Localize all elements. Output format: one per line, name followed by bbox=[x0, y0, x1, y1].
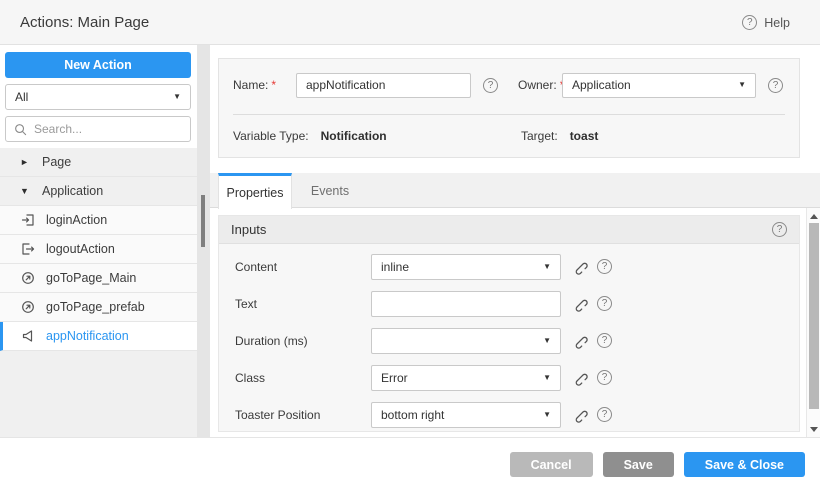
divider bbox=[233, 114, 785, 115]
footer-bar: Cancel Save Save & Close bbox=[0, 437, 820, 491]
class-label: Class bbox=[235, 371, 371, 385]
sidebar-gutter bbox=[197, 45, 210, 437]
page-title: Actions: Main Page bbox=[20, 14, 149, 31]
tab-bar: Properties Events bbox=[210, 173, 820, 208]
tree-group-page[interactable]: ► Page bbox=[0, 148, 197, 177]
target-value: toast bbox=[570, 129, 599, 143]
tree-item-label: goToPage_prefab bbox=[46, 300, 145, 314]
input-row-text: Text ? bbox=[219, 285, 799, 322]
action-detail-panel: Name:* ? Owner:* Application ▼ ? Variabl… bbox=[210, 45, 820, 437]
name-help-icon[interactable]: ? bbox=[483, 78, 498, 93]
tree-group-label: Page bbox=[42, 155, 71, 169]
duration-label: Duration (ms) bbox=[235, 334, 371, 348]
properties-scrollbar[interactable] bbox=[806, 208, 820, 437]
content-dropdown[interactable]: inline ▼ bbox=[371, 254, 561, 280]
class-dropdown[interactable]: Error ▼ bbox=[371, 365, 561, 391]
action-summary-panel: Name:* ? Owner:* Application ▼ ? Variabl… bbox=[218, 58, 800, 158]
caret-right-icon: ► bbox=[20, 158, 31, 167]
owner-help-icon[interactable]: ? bbox=[768, 78, 783, 93]
duration-link-icon[interactable] bbox=[572, 333, 588, 349]
tree-item-label: logoutAction bbox=[46, 242, 115, 256]
save-button[interactable]: Save bbox=[603, 452, 674, 477]
scroll-up-icon[interactable] bbox=[807, 210, 820, 222]
chevron-down-icon: ▼ bbox=[543, 337, 551, 345]
target-label: Target: bbox=[521, 129, 558, 143]
scrollbar-thumb[interactable] bbox=[809, 223, 819, 409]
chevron-down-icon: ▼ bbox=[543, 263, 551, 271]
goto-page-icon bbox=[21, 271, 35, 285]
chevron-down-icon: ▼ bbox=[738, 81, 746, 89]
class-link-icon[interactable] bbox=[572, 370, 588, 386]
variable-type-value: Notification bbox=[321, 129, 387, 143]
input-row-toaster-position: Toaster Position bottom right ▼ ? bbox=[219, 396, 799, 433]
sidebar-scrollbar-thumb[interactable] bbox=[201, 195, 205, 247]
tree-item-loginAction[interactable]: loginAction bbox=[0, 206, 197, 235]
logout-icon bbox=[21, 242, 35, 256]
text-field[interactable] bbox=[371, 291, 561, 317]
tree-item-appNotification[interactable]: appNotification bbox=[0, 322, 197, 351]
inputs-help-icon[interactable]: ? bbox=[772, 222, 787, 237]
input-row-class: Class Error ▼ ? bbox=[219, 359, 799, 396]
duration-help-icon[interactable]: ? bbox=[597, 333, 612, 348]
input-row-content: Content inline ▼ ? bbox=[219, 248, 799, 285]
variable-type-label: Variable Type: bbox=[233, 129, 309, 143]
owner-label: Owner:* bbox=[518, 78, 562, 92]
chevron-down-icon: ▼ bbox=[543, 411, 551, 419]
toaster-position-link-icon[interactable] bbox=[572, 407, 588, 423]
text-label: Text bbox=[235, 297, 371, 311]
inputs-section-title: Inputs bbox=[231, 222, 266, 237]
tab-properties[interactable]: Properties bbox=[218, 173, 292, 209]
action-tree: ► Page ▼ Application loginAction bbox=[0, 148, 197, 437]
owner-dropdown[interactable]: Application ▼ bbox=[562, 73, 756, 98]
tree-group-application[interactable]: ▼ Application bbox=[0, 177, 197, 206]
scroll-down-icon[interactable] bbox=[807, 423, 820, 435]
help-icon: ? bbox=[742, 15, 757, 30]
chevron-down-icon: ▼ bbox=[543, 374, 551, 382]
tree-item-goToPage_Main[interactable]: goToPage_Main bbox=[0, 264, 197, 293]
filter-value: All bbox=[15, 90, 28, 104]
save-close-button[interactable]: Save & Close bbox=[684, 452, 805, 477]
text-help-icon[interactable]: ? bbox=[597, 296, 612, 311]
class-help-icon[interactable]: ? bbox=[597, 370, 612, 385]
cancel-button[interactable]: Cancel bbox=[510, 452, 593, 477]
search-icon bbox=[14, 123, 27, 136]
tree-group-label: Application bbox=[42, 184, 103, 198]
help-label: Help bbox=[764, 16, 790, 30]
content-link-icon[interactable] bbox=[572, 259, 588, 275]
notification-icon bbox=[21, 329, 35, 343]
content-label: Content bbox=[235, 260, 371, 274]
help-button[interactable]: ? Help bbox=[742, 0, 790, 45]
duration-dropdown[interactable]: ▼ bbox=[371, 328, 561, 354]
filter-dropdown[interactable]: All ▼ bbox=[5, 84, 191, 110]
search-field[interactable] bbox=[5, 116, 191, 142]
class-value: Error bbox=[381, 371, 408, 385]
tree-item-logoutAction[interactable]: logoutAction bbox=[0, 235, 197, 264]
content-value: inline bbox=[381, 260, 409, 274]
text-link-icon[interactable] bbox=[572, 296, 588, 312]
new-action-button[interactable]: New Action bbox=[5, 52, 191, 78]
inputs-section: Inputs ? Content inline ▼ ? bbox=[218, 215, 800, 432]
goto-page-icon bbox=[21, 300, 35, 314]
caret-down-icon: ▼ bbox=[20, 187, 31, 196]
required-marker: * bbox=[271, 78, 276, 92]
input-row-duration: Duration (ms) ▼ ? bbox=[219, 322, 799, 359]
toaster-position-dropdown[interactable]: bottom right ▼ bbox=[371, 402, 561, 428]
chevron-down-icon: ▼ bbox=[173, 93, 181, 101]
content-help-icon[interactable]: ? bbox=[597, 259, 612, 274]
tree-item-label: appNotification bbox=[46, 329, 129, 343]
tree-item-label: loginAction bbox=[46, 213, 107, 227]
window-header: Actions: Main Page ? Help bbox=[0, 0, 820, 45]
toaster-position-value: bottom right bbox=[381, 408, 444, 422]
owner-value: Application bbox=[572, 78, 631, 92]
tree-item-goToPage_prefab[interactable]: goToPage_prefab bbox=[0, 293, 197, 322]
login-icon bbox=[21, 213, 35, 227]
tab-events[interactable]: Events bbox=[293, 173, 367, 208]
toaster-position-label: Toaster Position bbox=[235, 408, 371, 422]
search-input[interactable] bbox=[34, 122, 182, 136]
name-field[interactable] bbox=[296, 73, 471, 98]
name-label: Name:* bbox=[233, 78, 296, 92]
actions-sidebar: New Action All ▼ ► Page ▼ Application lo… bbox=[0, 45, 197, 437]
tree-item-label: goToPage_Main bbox=[46, 271, 136, 285]
toaster-position-help-icon[interactable]: ? bbox=[597, 407, 612, 422]
